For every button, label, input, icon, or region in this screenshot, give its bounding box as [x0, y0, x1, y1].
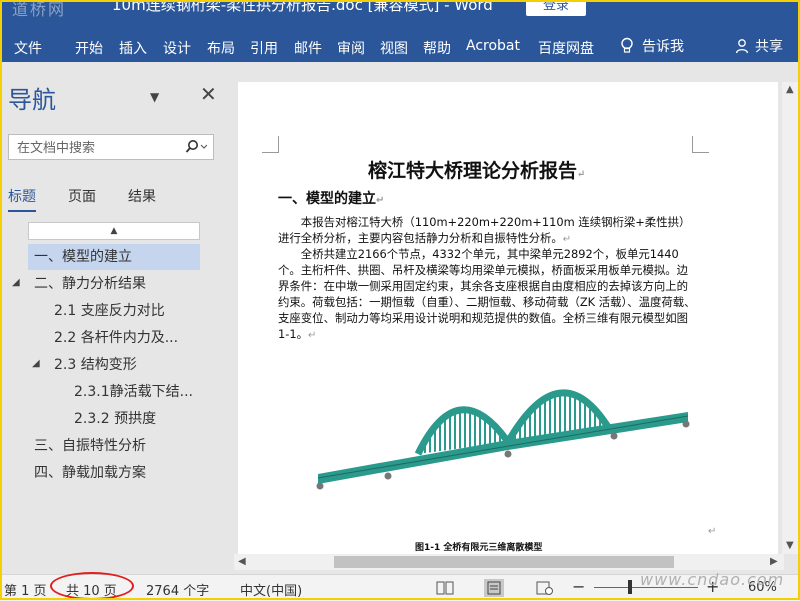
- heading-item[interactable]: 2.2 各杆件内力及...: [54, 325, 214, 351]
- search-input[interactable]: [15, 138, 179, 158]
- section-heading: 一、模型的建立↵: [278, 191, 385, 207]
- tab-baidu-netdisk[interactable]: 百度网盘: [538, 38, 594, 58]
- login-button[interactable]: 登录: [526, 0, 586, 16]
- nav-tab-headings[interactable]: 标题: [8, 186, 36, 212]
- ribbon-tabs: 文件 开始 插入 设计 布局 引用 邮件 审阅 视图 帮助 Acrobat 百度…: [0, 34, 800, 62]
- collapse-arrow-icon[interactable]: ◢: [32, 358, 40, 369]
- document-page[interactable]: 榕江特大桥理论分析报告↵ 一、模型的建立↵ 本报告对榕江特大桥（110m+220…: [238, 82, 778, 554]
- page-count: 共 10 页: [66, 584, 117, 599]
- share-button[interactable]: 共享: [735, 36, 783, 56]
- tab-acrobat[interactable]: Acrobat: [466, 38, 520, 54]
- heading-item[interactable]: 四、静载加载方案: [34, 460, 214, 486]
- heading-item[interactable]: 2.3.1静活载下结...: [74, 379, 202, 405]
- tab-layout[interactable]: 布局: [207, 38, 235, 58]
- site-watermark: www.cndao.com: [640, 570, 785, 589]
- body-paragraph: 全桥共建立2166个节点，4332个单元，其中梁单元2892个，板单元1440个…: [278, 247, 696, 341]
- nav-tab-results[interactable]: 结果: [128, 186, 156, 206]
- search-box: [8, 134, 214, 160]
- heading-item[interactable]: 2.3.2 预拱度: [74, 406, 214, 432]
- window-title: 10m连续钢桁梁-柔性拱分析报告.doc [兼容模式] - Word: [112, 0, 493, 14]
- scroll-right-icon[interactable]: ▶: [770, 556, 778, 567]
- print-layout-icon[interactable]: [484, 579, 504, 597]
- search-icon[interactable]: [185, 139, 208, 158]
- tab-help[interactable]: 帮助: [423, 38, 451, 58]
- heading-item[interactable]: 一、模型的建立: [28, 244, 200, 270]
- user-plus-icon: [735, 39, 749, 54]
- tab-review[interactable]: 审阅: [337, 38, 365, 58]
- scroll-thumb[interactable]: [334, 556, 674, 568]
- read-mode-icon[interactable]: [436, 581, 454, 595]
- word-count[interactable]: 2764 个字: [146, 580, 209, 599]
- scroll-left-icon[interactable]: ◀: [238, 556, 246, 567]
- zoom-slider-thumb[interactable]: [628, 580, 632, 594]
- collapse-arrow-icon[interactable]: ◢: [12, 277, 20, 288]
- site-logo: 道桥网: [12, 0, 67, 19]
- page-indicator[interactable]: 第 1 页: [4, 580, 47, 599]
- tell-me[interactable]: 告诉我: [620, 36, 684, 56]
- body-paragraph: 本报告对榕江特大桥（110m+220m+220m+110m 连续钢桁梁+柔性拱）…: [278, 215, 691, 245]
- close-icon[interactable]: ✕: [200, 82, 217, 106]
- tab-mailings[interactable]: 邮件: [294, 38, 322, 58]
- tab-home[interactable]: 开始: [75, 38, 103, 58]
- web-layout-icon[interactable]: [536, 581, 554, 595]
- title-bar: 道桥网 10m连续钢桁梁-柔性拱分析报告.doc [兼容模式] - Word 登…: [0, 0, 800, 34]
- heading-item[interactable]: 2.1 支座反力对比: [54, 298, 214, 324]
- nav-tab-pages[interactable]: 页面: [68, 186, 96, 206]
- vertical-scrollbar[interactable]: ▲ ▼: [782, 82, 798, 554]
- paragraph-mark: ↵: [708, 526, 717, 537]
- scroll-up-icon[interactable]: ▲: [786, 84, 794, 95]
- tab-references[interactable]: 引用: [250, 38, 278, 58]
- heading-item[interactable]: 2.3 结构变形: [54, 352, 214, 378]
- tab-insert[interactable]: 插入: [119, 38, 147, 58]
- chevron-down-icon[interactable]: ▼: [150, 90, 159, 104]
- nav-title: 导航: [8, 86, 56, 114]
- margin-mark: [262, 136, 279, 153]
- share-label: 共享: [755, 39, 783, 55]
- margin-mark: [692, 136, 709, 153]
- bridge-model-figure: [316, 389, 690, 490]
- horizontal-scrollbar[interactable]: ◀ ▶: [234, 554, 784, 570]
- document-area: 榕江特大桥理论分析报告↵ 一、模型的建立↵ 本报告对榕江特大桥（110m+220…: [234, 62, 800, 574]
- heading-item[interactable]: 三、自振特性分析: [34, 433, 214, 459]
- navigation-pane: 导航 ▼ ✕ 标题 页面 结果 ▲ 一、模型的建立 ◢ 二、静力分析结果 2.1…: [0, 62, 234, 574]
- collapse-all-button[interactable]: ▲: [28, 222, 200, 240]
- lightbulb-icon: [621, 37, 633, 53]
- tell-me-label: 告诉我: [642, 39, 684, 55]
- tab-file[interactable]: 文件: [14, 38, 42, 58]
- zoom-out-icon[interactable]: −: [572, 577, 585, 596]
- figure-caption: 图1-1 全桥有限元三维离散模型: [415, 543, 543, 553]
- tab-design[interactable]: 设计: [163, 38, 191, 58]
- tab-view[interactable]: 视图: [380, 38, 408, 58]
- heading-item[interactable]: 二、静力分析结果: [34, 271, 214, 297]
- language-indicator[interactable]: 中文(中国): [240, 580, 302, 599]
- document-title: 榕江特大桥理论分析报告↵: [368, 160, 586, 182]
- scroll-down-icon[interactable]: ▼: [786, 540, 794, 551]
